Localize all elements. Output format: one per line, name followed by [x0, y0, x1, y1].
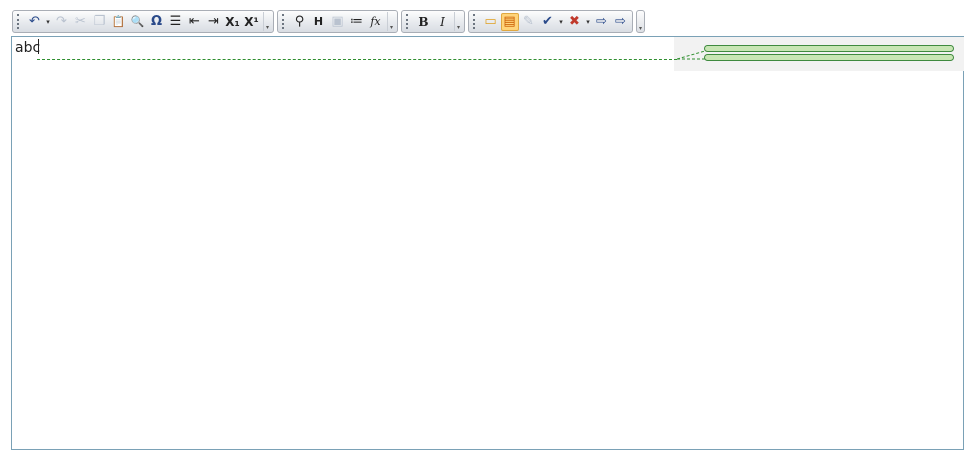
copy-icon: ❐ — [93, 13, 106, 29]
undo-dropdown-icon: ▾ — [46, 17, 50, 26]
special-char-icon: Ω — [150, 13, 163, 29]
chevron-down-icon: ▾ — [559, 17, 563, 26]
comment-balloon[interactable] — [704, 54, 954, 61]
toolbar-overflow-button[interactable]: ▾ — [454, 12, 462, 31]
chevron-down-icon: ▾ — [586, 17, 590, 26]
cut-button[interactable]: ✂ — [72, 13, 90, 31]
comment-connector — [677, 50, 705, 60]
toolbar-overflow-button[interactable]: ▾ — [263, 12, 271, 31]
editor-area[interactable]: abc — [11, 36, 964, 450]
new-comment-icon: ▭ — [484, 13, 497, 29]
toolbar-group-insert: ⚲ H ▣ ≔ fx ▾ — [277, 10, 398, 33]
accept-change-icon: ✔ — [542, 13, 553, 29]
new-comment-button[interactable]: ▭ — [482, 13, 500, 31]
toolbar-group-review: ▭ ▤ ✎ ✔ ▾ ✖ ▾ ⇨ ⇨ — [468, 10, 633, 33]
numbered-list-icon: ≔ — [350, 13, 363, 29]
edit-comment-button[interactable]: ✎ — [520, 13, 538, 31]
comment-balloon[interactable] — [704, 45, 954, 52]
bold-button[interactable]: B — [415, 13, 433, 31]
undo-icon: ↶ — [29, 13, 40, 29]
bold-icon: B — [418, 14, 429, 29]
subscript-button[interactable]: X₁ — [224, 13, 242, 31]
toolbar-overflow-button[interactable]: ▾ — [636, 10, 645, 33]
link-icon: ⚲ — [294, 13, 305, 29]
toolbar-grip-handle[interactable] — [17, 14, 22, 29]
previous-change-icon: ⇨ — [596, 13, 607, 29]
outdent-button[interactable]: ⇤ — [186, 13, 204, 31]
toolbar-overflow-button[interactable]: ▾ — [387, 12, 395, 31]
show-comments-icon: ▤ — [503, 13, 516, 29]
heading-button[interactable]: H — [310, 13, 328, 31]
copy-button[interactable]: ❐ — [91, 13, 109, 31]
comment-anchor-line — [37, 59, 677, 60]
outdent-icon: ⇤ — [189, 13, 200, 29]
show-comments-button[interactable]: ▤ — [500, 12, 519, 31]
italic-button[interactable]: I — [434, 13, 452, 31]
next-change-button[interactable]: ⇨ — [612, 13, 630, 31]
numbered-list-button[interactable]: ≔ — [348, 13, 366, 31]
accept-change-button[interactable]: ✔ — [539, 13, 557, 31]
find-button[interactable]: 🔍 — [129, 13, 147, 31]
link-button[interactable]: ⚲ — [291, 13, 309, 31]
undo-dropdown-button[interactable]: ▾ — [44, 18, 52, 26]
image-button[interactable]: ▣ — [329, 13, 347, 31]
editor-toolbar: ↶ ▾ ↷ ✂ ❐ 📋 🔍 Ω ☰ ⇤ ⇥ X₁ X¹ ▾ ⚲ H ▣ ≔ fx… — [12, 9, 645, 34]
redo-button[interactable]: ↷ — [53, 13, 71, 31]
find-icon: 🔍 — [130, 14, 145, 28]
image-icon: ▣ — [331, 13, 344, 29]
indent-button[interactable]: ⇥ — [205, 13, 223, 31]
redo-icon: ↷ — [56, 13, 67, 29]
accept-change-dropdown-button[interactable]: ▾ — [557, 18, 565, 26]
toolbar-grip-handle[interactable] — [473, 14, 478, 29]
toolbar-grip-handle[interactable] — [282, 14, 287, 29]
toolbar-group-format: B I ▾ — [401, 10, 465, 33]
previous-change-button[interactable]: ⇨ — [593, 13, 611, 31]
reject-change-button[interactable]: ✖ — [566, 13, 584, 31]
formula-button[interactable]: fx — [367, 13, 385, 31]
bullet-list-icon: ☰ — [169, 13, 182, 29]
special-char-button[interactable]: Ω — [148, 13, 166, 31]
text-caret — [38, 39, 40, 54]
paste-icon: 📋 — [111, 14, 126, 28]
heading-icon: H — [313, 14, 324, 28]
toolbar-grip-handle[interactable] — [406, 14, 411, 29]
italic-icon: I — [440, 14, 445, 29]
formula-icon: fx — [370, 14, 381, 28]
undo-button[interactable]: ↶ — [26, 13, 44, 31]
bullet-list-button[interactable]: ☰ — [167, 13, 185, 31]
reject-change-dropdown-button[interactable]: ▾ — [584, 18, 592, 26]
next-change-icon: ⇨ — [615, 13, 626, 29]
document-text[interactable]: abc — [15, 39, 40, 56]
superscript-icon: X¹ — [244, 14, 259, 29]
reject-change-icon: ✖ — [569, 13, 580, 29]
indent-icon: ⇥ — [208, 13, 219, 29]
edit-comment-icon: ✎ — [523, 13, 534, 29]
cut-icon: ✂ — [75, 13, 86, 29]
subscript-icon: X₁ — [225, 14, 240, 29]
toolbar-group-edit: ↶ ▾ ↷ ✂ ❐ 📋 🔍 Ω ☰ ⇤ ⇥ X₁ X¹ ▾ — [12, 10, 274, 33]
document-text-content: abc — [15, 40, 41, 56]
paste-button[interactable]: 📋 — [110, 13, 128, 31]
superscript-button[interactable]: X¹ — [243, 13, 261, 31]
